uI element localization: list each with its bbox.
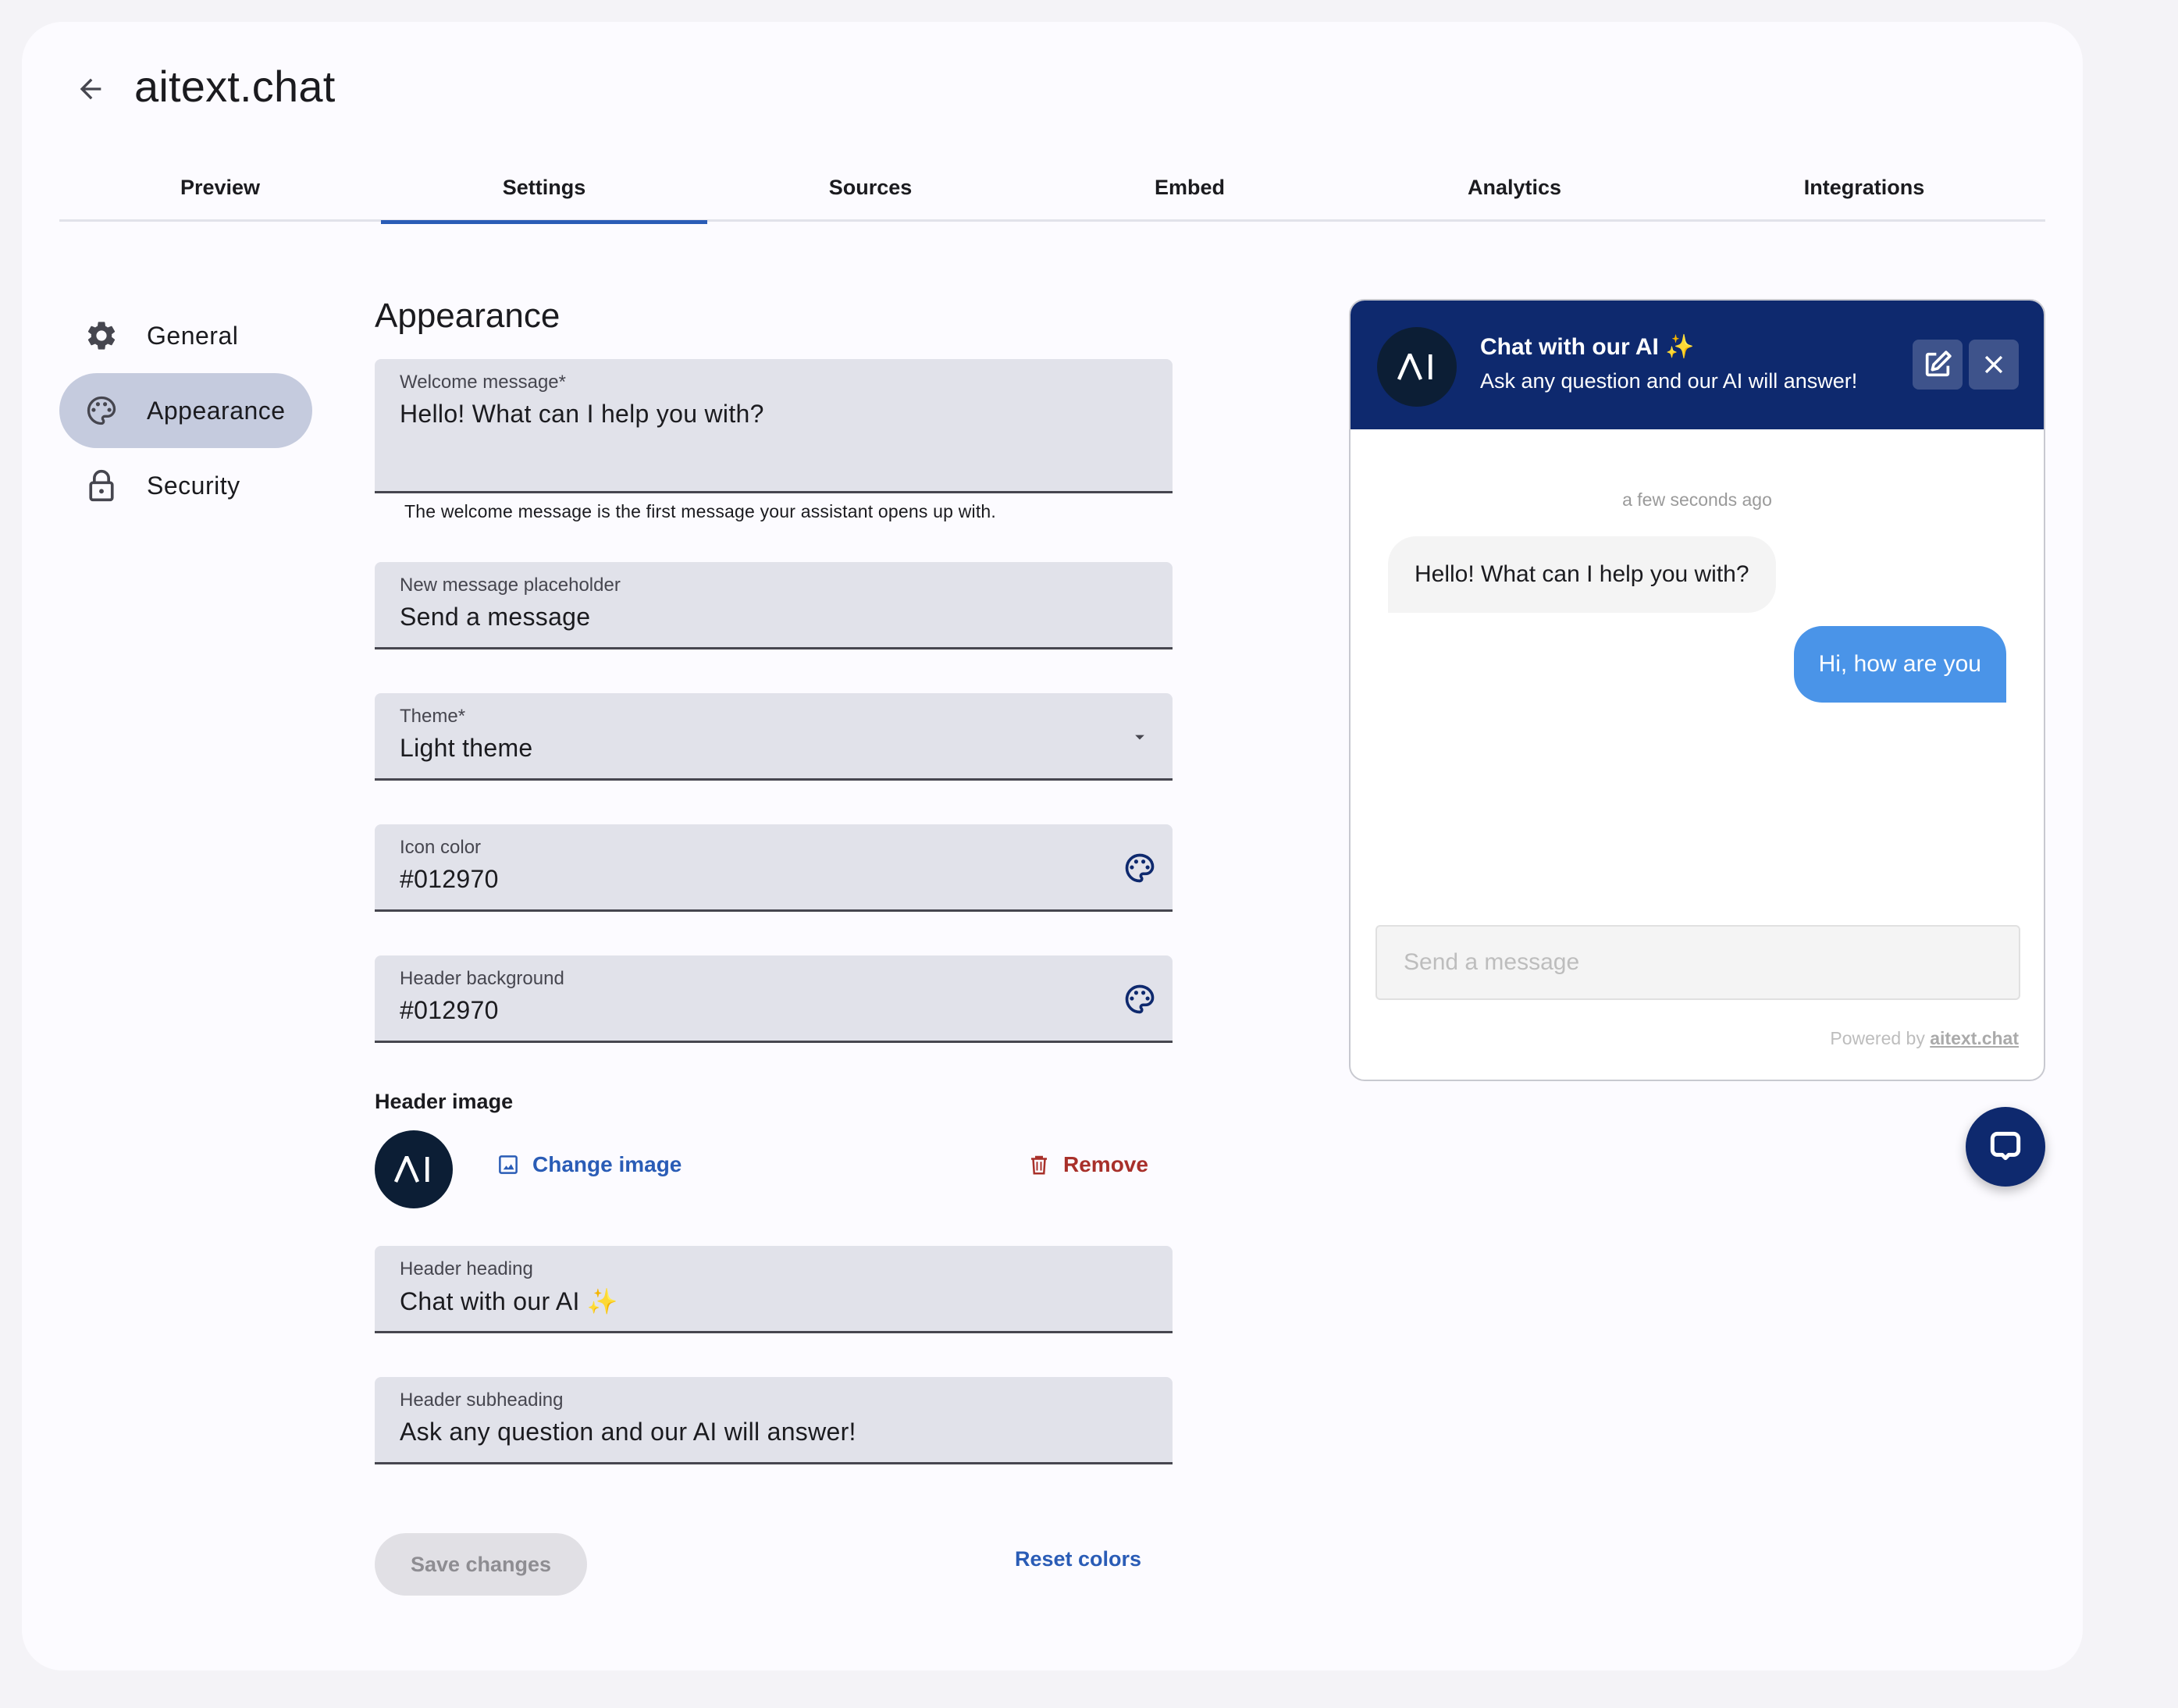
- section-title: Appearance: [375, 297, 561, 335]
- chat-message-input[interactable]: Send a message: [1375, 925, 2020, 1000]
- tab-label: Integrations: [1803, 175, 1925, 199]
- gear-icon: [84, 318, 119, 353]
- sidebar-item-label: Appearance: [147, 396, 286, 425]
- field-value: Ask any question and our AI will answer!: [400, 1418, 856, 1446]
- edit-icon: [1925, 350, 1952, 377]
- sidebar-item-appearance[interactable]: Appearance: [59, 373, 312, 448]
- palette-icon[interactable]: [1121, 980, 1158, 1018]
- ai-logo-icon: [1397, 354, 1432, 380]
- field-value: Light theme: [400, 734, 533, 762]
- tab-analytics[interactable]: Analytics: [1346, 153, 1683, 222]
- message-timestamp: a few seconds ago: [1622, 489, 1772, 510]
- change-image-label: Change image: [532, 1152, 682, 1176]
- tab-integrations[interactable]: Integrations: [1683, 153, 2045, 222]
- header-image-label: Header image: [375, 1090, 514, 1113]
- lock-icon: [84, 468, 119, 503]
- header-background-field[interactable]: Header background #012970: [375, 955, 1173, 1043]
- theme-select[interactable]: Theme* Light theme: [375, 693, 1173, 781]
- save-changes-button[interactable]: Save changes: [375, 1533, 587, 1596]
- field-label: Theme*: [400, 706, 466, 727]
- powered-by-text: Powered by: [1830, 1028, 1931, 1048]
- icon-color-field[interactable]: Icon color #012970: [375, 824, 1173, 912]
- field-label: Header heading: [400, 1258, 533, 1279]
- chat-launcher-button[interactable]: [1966, 1107, 2045, 1187]
- chat-subtitle: Ask any question and our AI will answer!: [1480, 369, 1858, 393]
- change-image-button[interactable]: Change image: [496, 1152, 682, 1177]
- placeholder-field[interactable]: New message placeholder Send a message: [375, 562, 1173, 649]
- field-label: New message placeholder: [400, 575, 621, 596]
- chat-title: Chat with our AI ✨: [1480, 334, 1695, 360]
- welcome-message-field[interactable]: Welcome message* Hello! What can I help …: [375, 359, 1173, 493]
- sidebar-item-security[interactable]: Security: [59, 448, 312, 523]
- tab-label: Settings: [502, 175, 586, 199]
- sidebar-item-label: General: [147, 321, 239, 350]
- tab-label: Embed: [1154, 175, 1226, 199]
- field-value: #012970: [400, 996, 499, 1024]
- trash-icon: [1031, 1155, 1047, 1175]
- chat-avatar: [1377, 327, 1457, 407]
- reset-colors-button[interactable]: Reset colors: [1015, 1547, 1141, 1571]
- dropdown-arrow-icon: [1121, 718, 1158, 756]
- back-button[interactable]: [72, 70, 109, 108]
- close-chat-button[interactable]: [1969, 340, 2019, 390]
- welcome-message-helper: The welcome message is the first message…: [404, 501, 997, 521]
- tab-sources[interactable]: Sources: [707, 153, 1034, 222]
- powered-by: Powered by aitext.chat: [1830, 1028, 2019, 1049]
- field-value: Send a message: [400, 603, 591, 631]
- ai-logo-icon: [394, 1156, 429, 1183]
- tab-settings[interactable]: Settings: [381, 153, 707, 224]
- user-message: Hi, how are you: [1793, 626, 2006, 703]
- tab-bar: Preview Settings Sources Embed Analytics…: [59, 153, 2045, 224]
- field-label: Header subheading: [400, 1390, 564, 1411]
- field-label: Welcome message*: [400, 372, 566, 393]
- remove-label: Remove: [1063, 1152, 1148, 1176]
- field-value: #012970: [400, 865, 499, 893]
- chat-preview-widget: Chat with our AI ✨ Ask any question and …: [1349, 299, 2045, 1081]
- palette-icon[interactable]: [1121, 849, 1158, 887]
- tab-label: Preview: [180, 175, 261, 199]
- sidebar-item-general[interactable]: General: [59, 298, 312, 373]
- palette-icon: [84, 393, 119, 428]
- chat-bubble-icon: [1990, 1131, 2021, 1161]
- remove-image-button[interactable]: Remove: [1027, 1152, 1148, 1177]
- powered-by-link[interactable]: aitext.chat: [1930, 1028, 2019, 1048]
- new-chat-button[interactable]: [1913, 340, 1963, 390]
- field-label: Icon color: [400, 837, 482, 858]
- header-subheading-field[interactable]: Header subheading Ask any question and o…: [375, 1377, 1173, 1464]
- tab-embed[interactable]: Embed: [1034, 153, 1346, 222]
- tab-preview[interactable]: Preview: [59, 153, 381, 222]
- field-label: Header background: [400, 968, 564, 989]
- field-value: Hello! What can I help you with?: [400, 400, 764, 428]
- header-heading-field[interactable]: Header heading Chat with our AI ✨: [375, 1246, 1173, 1333]
- header-image-avatar: [375, 1130, 453, 1208]
- tab-label: Analytics: [1467, 175, 1562, 199]
- close-icon: [1984, 355, 2003, 374]
- bot-message: Hello! What can I help you with?: [1388, 536, 1776, 613]
- image-icon: [499, 1155, 518, 1174]
- tab-label: Sources: [828, 175, 913, 199]
- field-value: Chat with our AI ✨: [400, 1287, 619, 1315]
- page-title: aitext.chat: [134, 62, 336, 111]
- sidebar-item-label: Security: [147, 471, 240, 500]
- chat-header: Chat with our AI ✨ Ask any question and …: [1351, 301, 2044, 429]
- arrow-back-icon: [80, 78, 101, 100]
